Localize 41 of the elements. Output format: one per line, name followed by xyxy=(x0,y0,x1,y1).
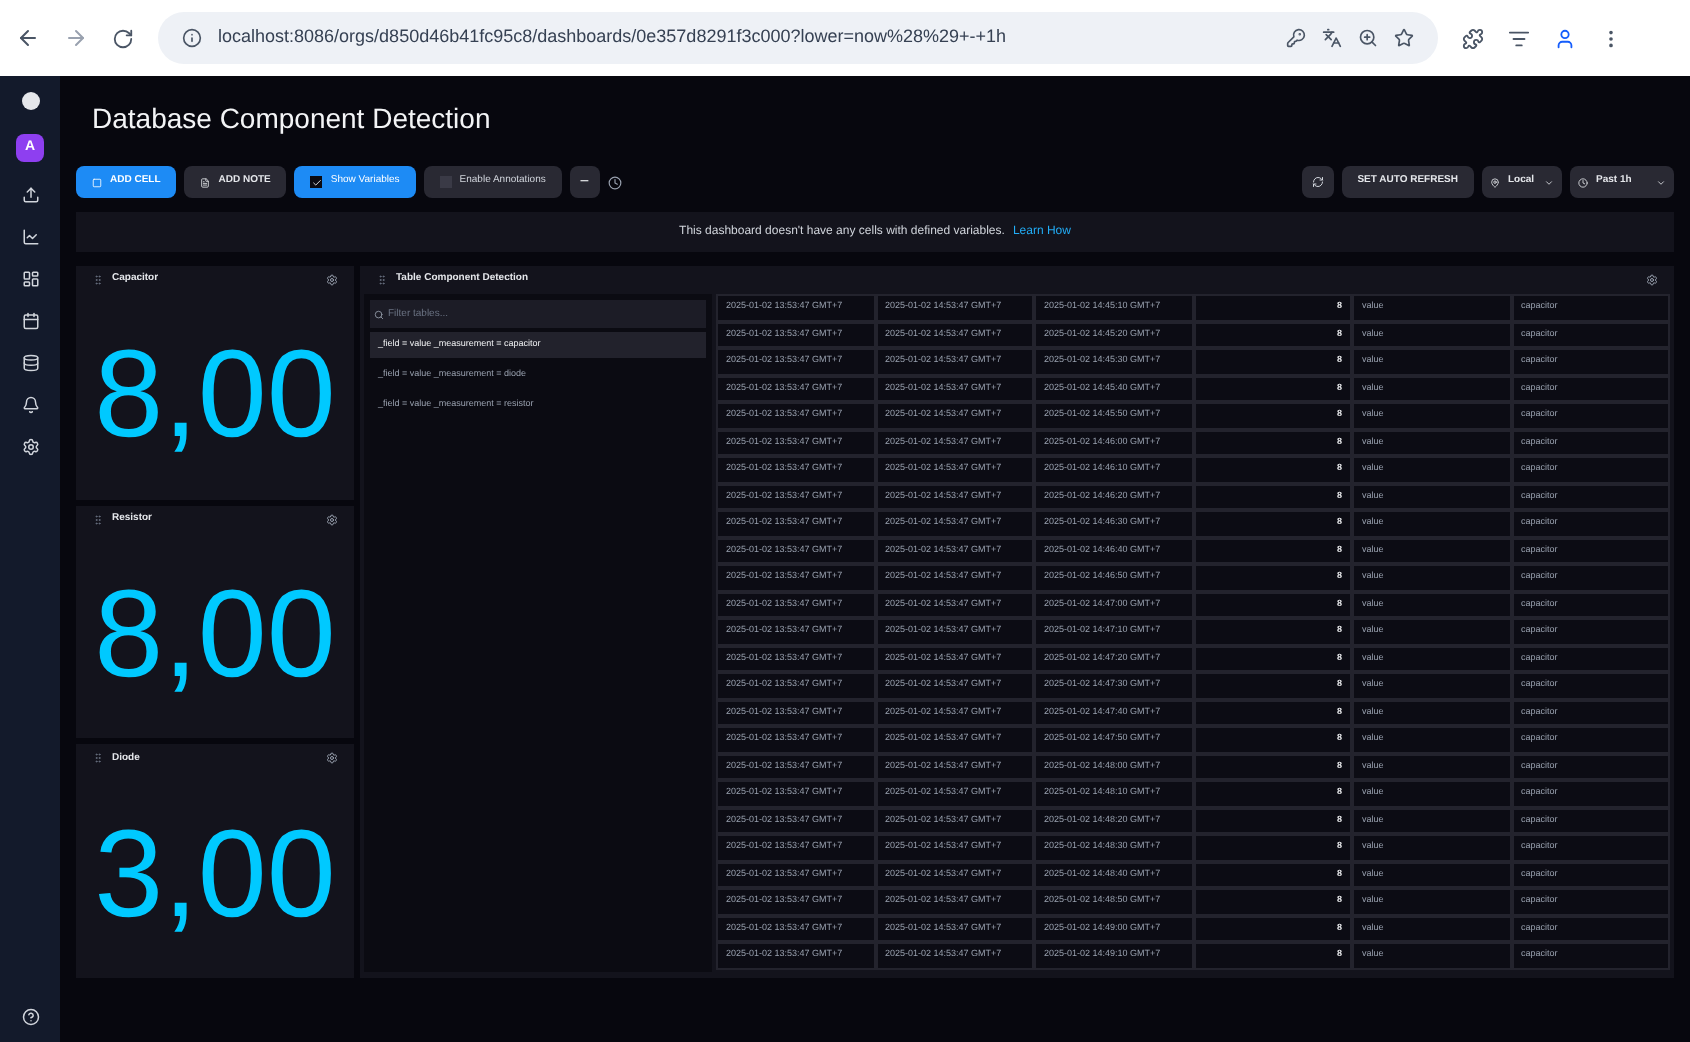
pin-icon xyxy=(1490,177,1500,187)
url-text: localhost:8086/orgs/d850d46b41fc95c8/dashboards/0e357d8291f3c000?lower=now%28%29+-+1h xyxy=(218,24,1009,51)
refresh-button[interactable] xyxy=(1301,166,1334,198)
info-icon[interactable] xyxy=(182,28,202,48)
reload-icon[interactable] xyxy=(112,27,134,49)
logo-icon[interactable] xyxy=(21,92,39,110)
dashboard-icon[interactable] xyxy=(21,270,39,288)
stat-value: 8,00 xyxy=(94,334,336,459)
zoom-out-button[interactable]: − xyxy=(569,166,600,198)
key-icon[interactable] xyxy=(1286,28,1306,48)
back-icon[interactable] xyxy=(16,26,40,50)
upload-icon[interactable] xyxy=(21,186,39,204)
clock-icon[interactable] xyxy=(607,175,622,189)
settings-icon[interactable] xyxy=(1646,274,1658,286)
clock-icon xyxy=(1578,177,1588,187)
refresh-icon xyxy=(1311,176,1324,188)
settings-icon[interactable] xyxy=(21,438,39,456)
search-icon xyxy=(374,309,384,319)
chevron-icon xyxy=(1544,177,1554,187)
address-bar[interactable]: localhost:8086/orgs/d850d46b41fc95c8/dashboards/0e357d8291f3c000?lower=now%28%29+-+1h xyxy=(158,12,1438,64)
calendar-icon[interactable] xyxy=(21,312,39,330)
note-icon xyxy=(200,177,211,187)
square-icon xyxy=(92,177,102,187)
database-icon[interactable] xyxy=(21,354,39,372)
extensions-icon[interactable] xyxy=(1462,27,1484,49)
bell-icon[interactable] xyxy=(21,396,39,414)
translate-icon[interactable] xyxy=(1322,28,1342,48)
help-icon[interactable] xyxy=(21,1008,39,1026)
stat-value: 8,00 xyxy=(94,574,336,698)
settings-icon[interactable] xyxy=(326,274,338,286)
profile-icon[interactable] xyxy=(1554,27,1576,49)
zoom-icon[interactable] xyxy=(1358,28,1378,48)
chevron-icon xyxy=(1656,177,1666,187)
star-icon[interactable] xyxy=(1394,28,1414,48)
checkbox-icon xyxy=(310,176,323,188)
dashboard-title: Database Component Detection xyxy=(92,99,491,138)
settings-icon[interactable] xyxy=(326,752,338,765)
stat-value: 3,00 xyxy=(94,813,336,938)
settings-icon[interactable] xyxy=(326,513,338,526)
forward-icon[interactable] xyxy=(64,26,88,50)
chart-icon[interactable] xyxy=(21,228,39,246)
